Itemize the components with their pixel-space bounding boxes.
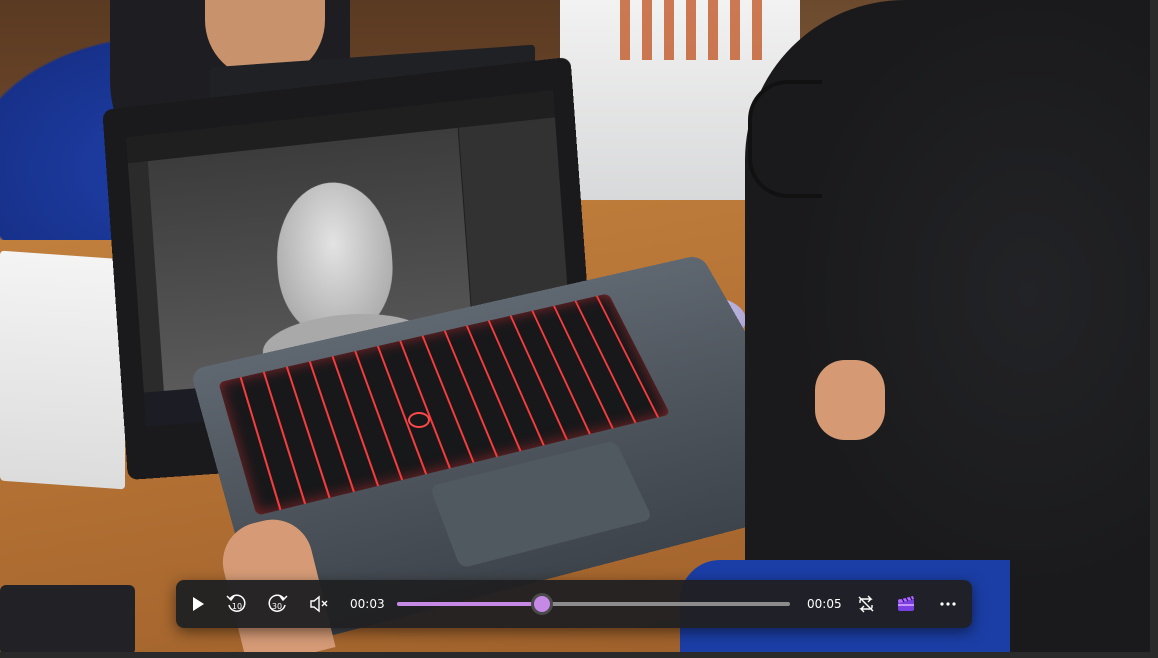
media-controls-bar: 10 30 00:03 00:05 (176, 580, 972, 628)
repeat-button[interactable] (848, 586, 884, 622)
drawing-tablet-left (0, 585, 135, 652)
skip-forward-button[interactable]: 30 (259, 586, 295, 622)
volume-muted-icon (309, 594, 329, 614)
product-box (0, 251, 125, 490)
mute-button[interactable] (301, 586, 337, 622)
forward-30-icon: 30 (266, 593, 288, 615)
skip-back-label: 10 (232, 602, 242, 611)
skip-forward-label: 30 (272, 602, 282, 611)
play-icon (189, 595, 207, 613)
video-frame[interactable]: Lenovo (0, 0, 1150, 652)
play-button[interactable] (180, 586, 216, 622)
media-player-window: Lenovo (0, 0, 1158, 658)
total-time: 00:05 (807, 580, 842, 628)
hallway-bench (620, 0, 770, 60)
student-glasses (748, 80, 822, 198)
window-edge-bottom (0, 652, 1158, 658)
rewind-10-icon: 10 (226, 593, 248, 615)
skip-back-button[interactable]: 10 (219, 586, 255, 622)
more-options-button[interactable] (930, 586, 966, 622)
power-button-light (408, 412, 430, 428)
current-time: 00:03 (350, 580, 385, 628)
clipchamp-icon (896, 594, 916, 614)
window-edge-right (1150, 0, 1158, 658)
student-hand-right (815, 360, 885, 440)
repeat-off-icon (856, 594, 876, 614)
seek-bar-hit-area[interactable] (393, 592, 794, 616)
seek-bar[interactable] (397, 602, 790, 606)
more-options-icon (938, 594, 958, 614)
clipchamp-button[interactable] (888, 586, 924, 622)
